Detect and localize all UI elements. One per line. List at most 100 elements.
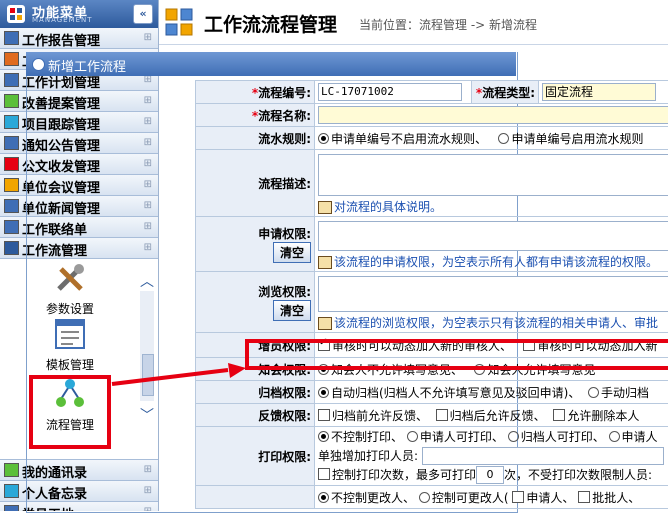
row-flow-name: *流程名称: (196, 104, 668, 127)
radio-label: 不控制打印、 (331, 430, 403, 444)
flow-number-cell: LC-17071002 (315, 81, 472, 104)
sidebar-item-label: 工作报告管理 (22, 30, 100, 49)
row-description: 流程描述: 对流程的具体说明。 (196, 150, 668, 217)
book-icon (318, 256, 332, 269)
row-feedback-permission: 反馈权限: 归档前允许反馈、 归档后允许反馈、 允许删除本人 (196, 404, 668, 427)
browse-permission-cell: 该流程的浏览权限，为空表示只有该流程的相关申请人、审批 (315, 272, 668, 333)
checkbox-label: 申请人、 (526, 491, 574, 505)
menu-item-icon (4, 136, 19, 150)
menu-item-icon (4, 484, 19, 498)
page-title: 工作流流程管理 (204, 10, 337, 37)
sidebar-subtitle: MANAGEMENT (32, 16, 93, 24)
flow-rule-radio-on[interactable] (498, 133, 509, 144)
menu-item-icon (4, 73, 19, 87)
flow-rule-label: 流水规则: (196, 127, 315, 150)
browse-permission-textarea[interactable] (318, 276, 668, 312)
print-extra-input[interactable] (422, 447, 664, 465)
checkbox-label: 归档前允许反馈、 (332, 409, 428, 423)
menu-item-icon (4, 94, 19, 108)
radio-label: 自动归档(归档人不允许填写意见及驳回申请)、 (331, 386, 580, 400)
flow-number-input[interactable]: LC-17071002 (318, 83, 462, 101)
radio-label: 控制可更改人( (432, 491, 509, 505)
radio-label: 申请人可打印、 (420, 430, 504, 444)
menu-item-icon (4, 505, 19, 511)
feedback-after-checkbox[interactable] (436, 409, 448, 421)
print-radio-applicant-2[interactable] (609, 431, 620, 442)
flow-rule-radio-off[interactable] (318, 133, 329, 144)
apply-permission-textarea[interactable] (318, 221, 668, 251)
browse-tip: 该流程的浏览权限，为空表示只有该流程的相关申请人、审批 (334, 316, 658, 330)
checkbox-label: 批批人、 (592, 491, 640, 505)
menu-item-icon (4, 115, 19, 129)
edit-radio-control[interactable] (419, 492, 430, 503)
add-permission-highlight (245, 339, 668, 370)
expand-icon[interactable]: ⊞ (144, 32, 152, 43)
feedback-permission-label: 反馈权限: (196, 404, 315, 427)
archive-permission-cell: 自动归档(归档人不允许填写意见及驳回申请)、 手动归档 (315, 381, 668, 404)
print-limit-checkbox[interactable] (318, 468, 330, 480)
row-flow-rule: 流水规则: 申请单编号不启用流水规则、 申请单编号启用流水规则 (196, 127, 668, 150)
print-radio-applicant[interactable] (407, 431, 418, 442)
row-edit-permission: 不控制更改人、 控制可更改人( 申请人、 批批人、 (196, 486, 668, 509)
apply-permission-label-cell: 申请权限: 清空 (196, 217, 315, 272)
row-print-permission: 打印权限: 不控制打印、 申请人可打印、 归档人可打印、 申请人 单独增加打印人… (196, 427, 668, 486)
edit-permission-label (196, 486, 315, 509)
description-textarea[interactable] (318, 154, 668, 196)
print-limit-select[interactable]: 0 (476, 466, 504, 484)
radio-label: 申请单编号启用流水规则 (511, 132, 643, 146)
panel-bullet-icon (32, 58, 45, 71)
description-tip: 对流程的具体说明。 (334, 200, 442, 214)
breadcrumb: 当前位置：流程管理 -> 新增流程 (359, 16, 537, 33)
label-text: 申请权限: (258, 227, 311, 241)
panel-title: 新增工作流程 (48, 56, 126, 75)
apply-clear-button[interactable]: 清空 (273, 242, 311, 263)
edit-radio-no-control[interactable] (318, 492, 329, 503)
print-limit-text-b: 次，不受打印次数限制人员: (504, 468, 652, 482)
apply-permission-cell: 该流程的申请权限，为空表示所有人都有申请该流程的权限。 (315, 217, 668, 272)
row-flow-number: *流程编号: LC-17071002 *流程类型: 固定流程 (196, 81, 668, 104)
edit-approver-checkbox[interactable] (578, 491, 590, 503)
menu-item-icon (4, 199, 19, 213)
edit-applicant-checkbox[interactable] (512, 491, 524, 503)
flow-type-select[interactable]: 固定流程 (542, 83, 656, 101)
print-limit-text-a: 控制打印次数，最多可打印 (332, 468, 476, 482)
menu-logo-icon (6, 4, 26, 24)
print-radio-archiver[interactable] (508, 431, 519, 442)
radio-label: 归档人可打印、 (521, 430, 605, 444)
menu-item-icon (4, 157, 19, 171)
row-archive-permission: 归档权限: 自动归档(归档人不允许填写意见及驳回申请)、 手动归档 (196, 381, 668, 404)
label-text: 流程编号: (258, 86, 311, 100)
print-permission-cell: 不控制打印、 申请人可打印、 归档人可打印、 申请人 单独增加打印人员: 控制打… (315, 427, 668, 486)
radio-label: 手动归档 (601, 386, 649, 400)
browse-clear-button[interactable]: 清空 (273, 300, 311, 321)
red-arrow-icon (110, 362, 250, 392)
edit-permission-cell: 不控制更改人、 控制可更改人( 申请人、 批批人、 (315, 486, 668, 509)
collapse-sidebar-button[interactable]: « (133, 4, 153, 24)
feedback-delete-checkbox[interactable] (553, 409, 565, 421)
print-permission-label: 打印权限: (196, 427, 315, 486)
menu-item-icon (4, 31, 19, 45)
book-icon (318, 201, 332, 214)
menu-item-icon (4, 52, 19, 66)
flow-name-label: *流程名称: (196, 104, 315, 127)
flow-number-label: *流程编号: (196, 81, 315, 104)
radio-label: 申请人 (622, 430, 658, 444)
flow-rule-cell: 申请单编号不启用流水规则、 申请单编号启用流水规则 (315, 127, 668, 150)
flow-name-cell (315, 104, 668, 127)
menu-item-icon (4, 241, 19, 255)
checkbox-label: 允许删除本人 (567, 409, 639, 423)
label-text: 浏览权限: (258, 285, 311, 299)
sidebar-item[interactable]: 工作报告管理 ⊞ (0, 28, 158, 49)
browse-permission-label-cell: 浏览权限: 清空 (196, 272, 315, 333)
archive-radio-manual[interactable] (588, 387, 599, 398)
menu-item-icon (4, 220, 19, 234)
menu-item-icon (4, 463, 19, 477)
archive-radio-auto[interactable] (318, 387, 329, 398)
feedback-before-checkbox[interactable] (318, 409, 330, 421)
print-radio-no-control[interactable] (318, 431, 329, 442)
workflow-form: *流程编号: LC-17071002 *流程类型: 固定流程 *流程名称: 流水… (195, 80, 668, 509)
row-browse-permission: 浏览权限: 清空 该流程的浏览权限，为空表示只有该流程的相关申请人、审批 (196, 272, 668, 333)
flow-name-input[interactable] (318, 106, 668, 124)
apply-tip: 该流程的申请权限，为空表示所有人都有申请该流程的权限。 (334, 255, 658, 269)
row-apply-permission: 申请权限: 清空 该流程的申请权限，为空表示所有人都有申请该流程的权限。 (196, 217, 668, 272)
